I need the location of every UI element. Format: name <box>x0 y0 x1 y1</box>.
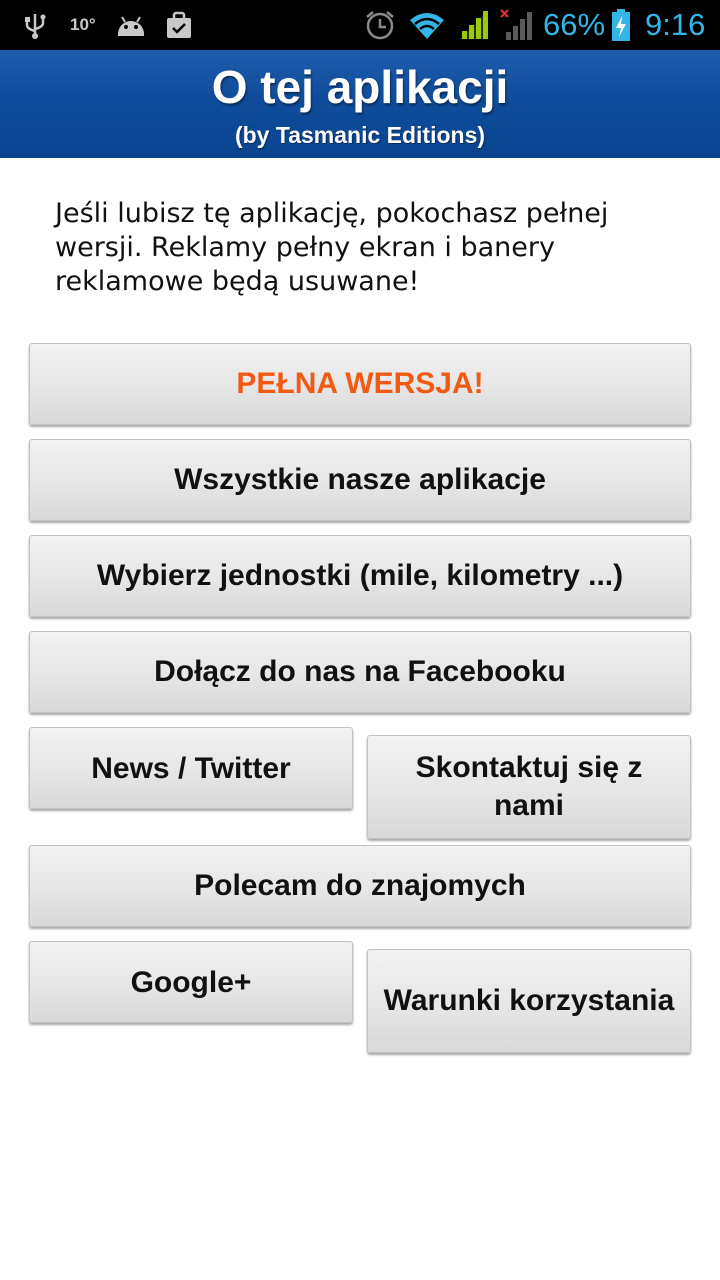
page-title: O tej aplikacji <box>211 61 509 113</box>
status-bar: 10° 66% 9:16 <box>0 0 720 50</box>
usb-icon <box>22 0 52 50</box>
full-version-button[interactable]: PEŁNA WERSJA! <box>29 343 691 425</box>
battery-charging-icon <box>611 0 633 50</box>
all-apps-button[interactable]: Wszystkie nasze aplikacje <box>29 439 691 521</box>
signal-no-service-icon <box>500 0 536 50</box>
join-facebook-button[interactable]: Dołącz do nas na Facebooku <box>29 631 691 713</box>
bag-icon <box>166 0 194 50</box>
wifi-icon <box>408 0 448 50</box>
signal-icon <box>458 0 492 50</box>
recommend-button[interactable]: Polecam do znajomych <box>29 845 691 927</box>
alarm-icon <box>364 0 398 50</box>
battery-percent-text: 66% <box>543 7 606 42</box>
contact-us-button[interactable]: Skontaktuj się z nami <box>367 735 691 839</box>
news-twitter-button[interactable]: News / Twitter <box>29 727 353 809</box>
google-plus-button[interactable]: Google+ <box>29 941 353 1023</box>
temperature-text: 10° <box>70 15 96 34</box>
terms-button[interactable]: Warunki korzystania <box>367 949 691 1053</box>
page-subtitle: (by Tasmanic Editions) <box>234 122 486 148</box>
clock-time: 9:16 <box>645 7 706 42</box>
intro-text: Jeśli lubisz tę aplikację, pokochasz peł… <box>55 198 609 297</box>
choose-units-button[interactable]: Wybierz jednostki (mile, kilometry ...) <box>29 535 691 617</box>
title-bar: O tej aplikacji (by Tasmanic Editions) <box>0 50 720 158</box>
android-icon <box>115 0 149 50</box>
